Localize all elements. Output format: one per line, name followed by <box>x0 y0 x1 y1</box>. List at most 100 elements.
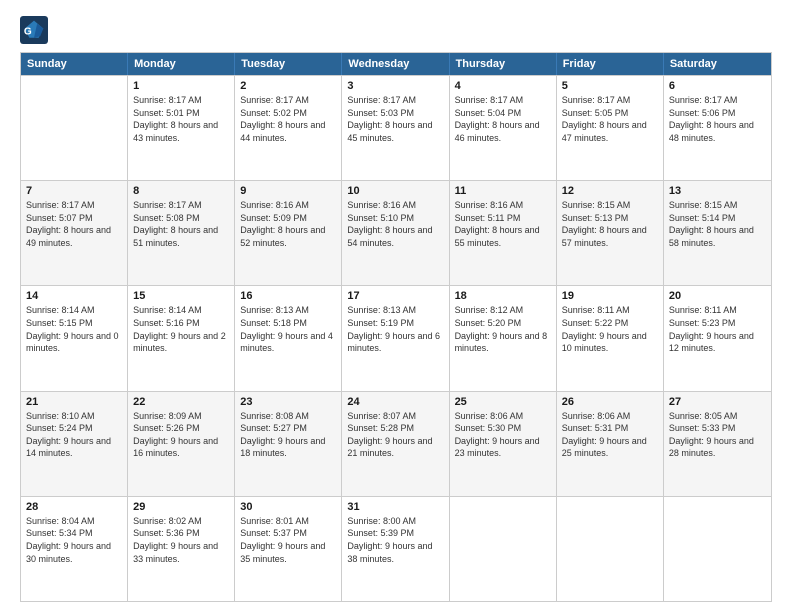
calendar-cell <box>664 497 771 601</box>
calendar-cell: 21 Sunrise: 8:10 AM Sunset: 5:24 PM Dayli… <box>21 392 128 496</box>
cell-day-number: 18 <box>455 290 551 302</box>
calendar-cell: 9 Sunrise: 8:16 AM Sunset: 5:09 PM Daylig… <box>235 181 342 285</box>
cell-info: Sunrise: 8:15 AM Sunset: 5:14 PM Dayligh… <box>669 199 766 249</box>
calendar-cell: 17 Sunrise: 8:13 AM Sunset: 5:19 PM Dayli… <box>342 286 449 390</box>
cell-info: Sunrise: 8:07 AM Sunset: 5:28 PM Dayligh… <box>347 410 443 460</box>
header-day-thursday: Thursday <box>450 53 557 75</box>
svg-text:G: G <box>24 27 32 38</box>
calendar-cell: 13Sunrise: 8:15 AM Sunset: 5:14 PM Dayli… <box>664 181 771 285</box>
cell-day-number: 9 <box>240 185 336 197</box>
header: G <box>20 16 772 44</box>
cell-day-number: 20 <box>669 290 766 302</box>
cell-info: Sunrise: 8:17 AM Sunset: 5:03 PM Dayligh… <box>347 94 443 144</box>
cell-day-number: 28 <box>26 501 122 513</box>
calendar-cell: 16 Sunrise: 8:13 AM Sunset: 5:18 PM Dayli… <box>235 286 342 390</box>
header-day-monday: Monday <box>128 53 235 75</box>
calendar-cell: 23 Sunrise: 8:08 AM Sunset: 5:27 PM Dayli… <box>235 392 342 496</box>
cell-info: Sunrise: 8:17 AM Sunset: 5:01 PM Dayligh… <box>133 94 229 144</box>
calendar-body: 1 Sunrise: 8:17 AM Sunset: 5:01 PM Daylig… <box>21 75 771 601</box>
cell-info: Sunrise: 8:13 AM Sunset: 5:18 PM Dayligh… <box>240 304 336 354</box>
cell-info: Sunrise: 8:17 AM Sunset: 5:07 PM Dayligh… <box>26 199 122 249</box>
calendar-cell <box>21 76 128 180</box>
cell-day-number: 16 <box>240 290 336 302</box>
header-day-wednesday: Wednesday <box>342 53 449 75</box>
calendar-cell <box>557 497 664 601</box>
cell-info: Sunrise: 8:06 AM Sunset: 5:31 PM Dayligh… <box>562 410 658 460</box>
calendar-cell: 27 Sunrise: 8:05 AM Sunset: 5:33 PM Dayli… <box>664 392 771 496</box>
cell-info: Sunrise: 8:09 AM Sunset: 5:26 PM Dayligh… <box>133 410 229 460</box>
calendar-cell: 31 Sunrise: 8:00 AM Sunset: 5:39 PM Dayli… <box>342 497 449 601</box>
calendar-week-2: 7 Sunrise: 8:17 AM Sunset: 5:07 PM Daylig… <box>21 180 771 285</box>
calendar-cell: 18Sunrise: 8:12 AM Sunset: 5:20 PM Dayli… <box>450 286 557 390</box>
calendar-cell: 10Sunrise: 8:16 AM Sunset: 5:10 PM Dayli… <box>342 181 449 285</box>
cell-info: Sunrise: 8:02 AM Sunset: 5:36 PM Dayligh… <box>133 515 229 565</box>
calendar-week-5: 28Sunrise: 8:04 AM Sunset: 5:34 PM Dayli… <box>21 496 771 601</box>
logo: G <box>20 16 52 44</box>
cell-info: Sunrise: 8:16 AM Sunset: 5:09 PM Dayligh… <box>240 199 336 249</box>
calendar-cell <box>450 497 557 601</box>
calendar-cell: 15Sunrise: 8:14 AM Sunset: 5:16 PM Dayli… <box>128 286 235 390</box>
cell-info: Sunrise: 8:17 AM Sunset: 5:06 PM Dayligh… <box>669 94 766 144</box>
cell-day-number: 7 <box>26 185 122 197</box>
cell-info: Sunrise: 8:17 AM Sunset: 5:02 PM Dayligh… <box>240 94 336 144</box>
cell-day-number: 29 <box>133 501 229 513</box>
calendar-week-3: 14Sunrise: 8:14 AM Sunset: 5:15 PM Dayli… <box>21 285 771 390</box>
cell-day-number: 26 <box>562 396 658 408</box>
calendar-cell: 26 Sunrise: 8:06 AM Sunset: 5:31 PM Dayli… <box>557 392 664 496</box>
cell-day-number: 23 <box>240 396 336 408</box>
header-day-sunday: Sunday <box>21 53 128 75</box>
calendar: SundayMondayTuesdayWednesdayThursdayFrid… <box>20 52 772 602</box>
calendar-header: SundayMondayTuesdayWednesdayThursdayFrid… <box>21 53 771 75</box>
calendar-cell: 24Sunrise: 8:07 AM Sunset: 5:28 PM Dayli… <box>342 392 449 496</box>
header-day-saturday: Saturday <box>664 53 771 75</box>
cell-day-number: 8 <box>133 185 229 197</box>
cell-info: Sunrise: 8:16 AM Sunset: 5:11 PM Dayligh… <box>455 199 551 249</box>
cell-day-number: 4 <box>455 80 551 92</box>
cell-day-number: 6 <box>669 80 766 92</box>
calendar-cell: 30 Sunrise: 8:01 AM Sunset: 5:37 PM Dayli… <box>235 497 342 601</box>
cell-info: Sunrise: 8:08 AM Sunset: 5:27 PM Dayligh… <box>240 410 336 460</box>
cell-info: Sunrise: 8:00 AM Sunset: 5:39 PM Dayligh… <box>347 515 443 565</box>
cell-info: Sunrise: 8:06 AM Sunset: 5:30 PM Dayligh… <box>455 410 551 460</box>
cell-day-number: 5 <box>562 80 658 92</box>
cell-day-number: 17 <box>347 290 443 302</box>
calendar-cell: 25Sunrise: 8:06 AM Sunset: 5:30 PM Dayli… <box>450 392 557 496</box>
cell-day-number: 19 <box>562 290 658 302</box>
calendar-cell: 19 Sunrise: 8:11 AM Sunset: 5:22 PM Dayli… <box>557 286 664 390</box>
cell-day-number: 15 <box>133 290 229 302</box>
calendar-cell: 3Sunrise: 8:17 AM Sunset: 5:03 PM Daylig… <box>342 76 449 180</box>
cell-day-number: 22 <box>133 396 229 408</box>
cell-day-number: 2 <box>240 80 336 92</box>
cell-day-number: 30 <box>240 501 336 513</box>
header-day-tuesday: Tuesday <box>235 53 342 75</box>
calendar-cell: 1 Sunrise: 8:17 AM Sunset: 5:01 PM Daylig… <box>128 76 235 180</box>
cell-info: Sunrise: 8:15 AM Sunset: 5:13 PM Dayligh… <box>562 199 658 249</box>
cell-info: Sunrise: 8:10 AM Sunset: 5:24 PM Dayligh… <box>26 410 122 460</box>
calendar-cell: 2 Sunrise: 8:17 AM Sunset: 5:02 PM Daylig… <box>235 76 342 180</box>
cell-info: Sunrise: 8:11 AM Sunset: 5:23 PM Dayligh… <box>669 304 766 354</box>
calendar-week-4: 21 Sunrise: 8:10 AM Sunset: 5:24 PM Dayli… <box>21 391 771 496</box>
cell-day-number: 11 <box>455 185 551 197</box>
calendar-cell: 22 Sunrise: 8:09 AM Sunset: 5:26 PM Dayli… <box>128 392 235 496</box>
cell-day-number: 21 <box>26 396 122 408</box>
cell-info: Sunrise: 8:17 AM Sunset: 5:05 PM Dayligh… <box>562 94 658 144</box>
calendar-cell: 29 Sunrise: 8:02 AM Sunset: 5:36 PM Dayli… <box>128 497 235 601</box>
cell-info: Sunrise: 8:05 AM Sunset: 5:33 PM Dayligh… <box>669 410 766 460</box>
header-day-friday: Friday <box>557 53 664 75</box>
cell-day-number: 31 <box>347 501 443 513</box>
calendar-cell: 14Sunrise: 8:14 AM Sunset: 5:15 PM Dayli… <box>21 286 128 390</box>
page: G SundayMondayTuesdayWednesdayThursdayFr… <box>0 0 792 612</box>
calendar-cell: 28Sunrise: 8:04 AM Sunset: 5:34 PM Dayli… <box>21 497 128 601</box>
calendar-cell: 4 Sunrise: 8:17 AM Sunset: 5:04 PM Daylig… <box>450 76 557 180</box>
generalblue-logo-icon: G <box>20 16 48 44</box>
cell-day-number: 12 <box>562 185 658 197</box>
cell-info: Sunrise: 8:14 AM Sunset: 5:15 PM Dayligh… <box>26 304 122 354</box>
cell-day-number: 27 <box>669 396 766 408</box>
cell-info: Sunrise: 8:01 AM Sunset: 5:37 PM Dayligh… <box>240 515 336 565</box>
calendar-cell: 12 Sunrise: 8:15 AM Sunset: 5:13 PM Dayli… <box>557 181 664 285</box>
cell-info: Sunrise: 8:13 AM Sunset: 5:19 PM Dayligh… <box>347 304 443 354</box>
cell-day-number: 1 <box>133 80 229 92</box>
cell-info: Sunrise: 8:11 AM Sunset: 5:22 PM Dayligh… <box>562 304 658 354</box>
cell-info: Sunrise: 8:17 AM Sunset: 5:04 PM Dayligh… <box>455 94 551 144</box>
calendar-cell: 7 Sunrise: 8:17 AM Sunset: 5:07 PM Daylig… <box>21 181 128 285</box>
